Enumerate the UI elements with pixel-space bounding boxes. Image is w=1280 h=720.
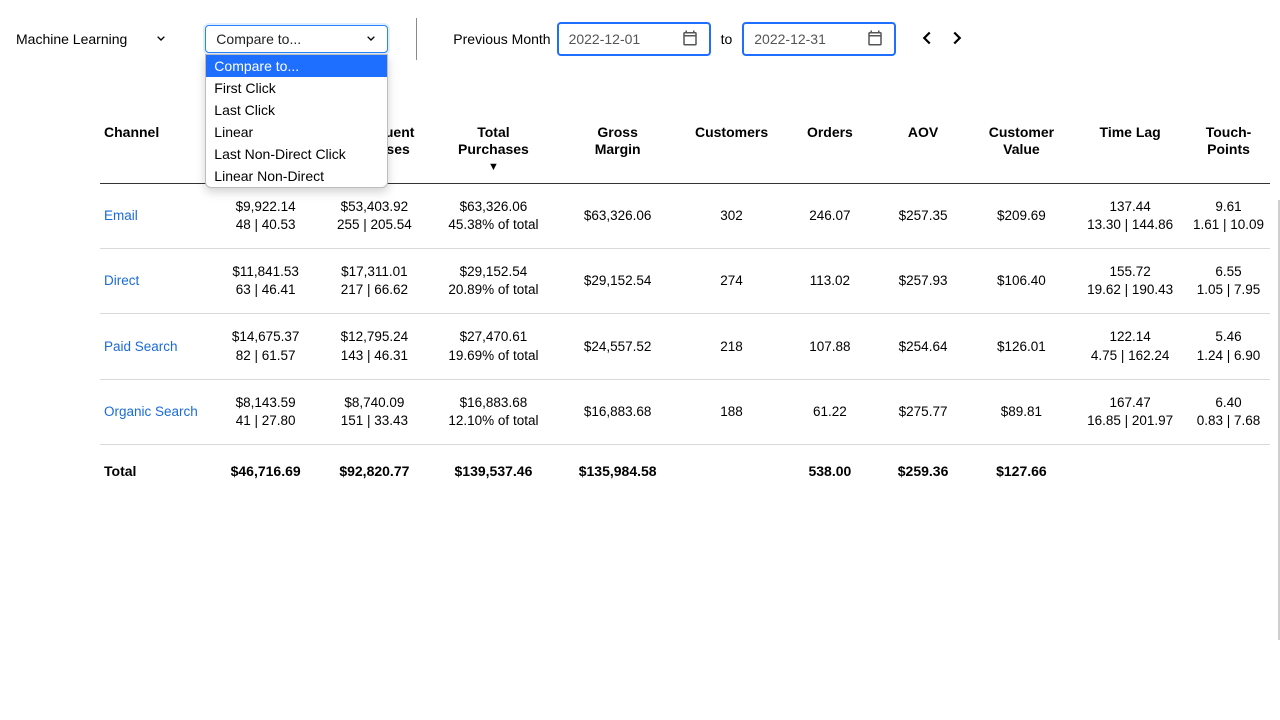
compare-option[interactable]: First Click (206, 77, 387, 99)
compare-option[interactable]: Last Non-Direct Click (206, 143, 387, 165)
total-gross: $135,984.58 (556, 445, 680, 490)
col-touch-points[interactable]: Touch-Points (1187, 116, 1270, 183)
col-customer-value[interactable]: CustomerValue (970, 116, 1074, 183)
total-subsequent: $92,820.77 (317, 445, 431, 490)
total-cval: $127.66 (970, 445, 1074, 490)
compare-to-dropdown: Compare to... First Click Last Click Lin… (205, 54, 388, 188)
date-from-value: 2022-12-01 (569, 31, 641, 47)
date-from-input[interactable]: 2022-12-01 (557, 22, 711, 56)
calendar-icon (681, 29, 699, 50)
attribution-model-select[interactable]: Machine Learning (10, 26, 175, 53)
total-orders: 538.00 (783, 445, 876, 490)
date-next-button[interactable] (942, 23, 972, 56)
total-first: $46,716.69 (214, 445, 318, 490)
compare-option[interactable]: Compare to... (206, 55, 387, 77)
col-customers[interactable]: Customers (680, 116, 784, 183)
calendar-icon (866, 29, 884, 50)
compare-option[interactable]: Last Click (206, 99, 387, 121)
col-aov[interactable]: AOV (876, 116, 969, 183)
sort-desc-icon: ▼ (435, 158, 551, 173)
date-to-input[interactable]: 2022-12-31 (742, 22, 896, 56)
channel-link[interactable]: Direct (104, 273, 139, 288)
col-orders[interactable]: Orders (783, 116, 876, 183)
compare-option[interactable]: Linear Non-Direct (206, 165, 387, 187)
table-row: Direct$11,841.5363 | 46.41$17,311.01217 … (100, 249, 1270, 314)
col-channel[interactable]: Channel (100, 116, 214, 183)
chevron-down-icon (363, 30, 379, 49)
channel-link[interactable]: Email (104, 208, 138, 223)
date-period-label: Previous Month (453, 31, 550, 47)
col-time-lag[interactable]: Time Lag (1073, 116, 1187, 183)
col-gross-margin[interactable]: GrossMargin (556, 116, 680, 183)
table-row: Email$9,922.1448 | 40.53$53,403.92255 | … (100, 183, 1270, 248)
date-prev-button[interactable] (912, 23, 942, 56)
date-to-value: 2022-12-31 (754, 31, 826, 47)
table-row: Paid Search$14,675.3782 | 61.57$12,795.2… (100, 314, 1270, 379)
channel-link[interactable]: Paid Search (104, 339, 178, 354)
chevron-down-icon (153, 30, 169, 49)
total-aov: $259.36 (876, 445, 969, 490)
divider (416, 18, 417, 60)
compare-to-selected: Compare to... (216, 31, 301, 47)
col-total-purchases[interactable]: TotalPurchases ▼ (431, 116, 555, 183)
filter-bar: Machine Learning Compare to... Compare t… (0, 0, 1280, 76)
compare-to-select[interactable]: Compare to... (205, 25, 388, 53)
channel-link[interactable]: Organic Search (104, 404, 198, 419)
attribution-model-label: Machine Learning (16, 31, 127, 47)
to-label: to (721, 31, 733, 47)
total-total: $139,537.46 (431, 445, 555, 490)
table-row: Organic Search$8,143.5941 | 27.80$8,740.… (100, 379, 1270, 444)
compare-option[interactable]: Linear (206, 121, 387, 143)
total-label: Total (100, 445, 214, 490)
table-total-row: Total $46,716.69 $92,820.77 $139,537.46 … (100, 445, 1270, 490)
